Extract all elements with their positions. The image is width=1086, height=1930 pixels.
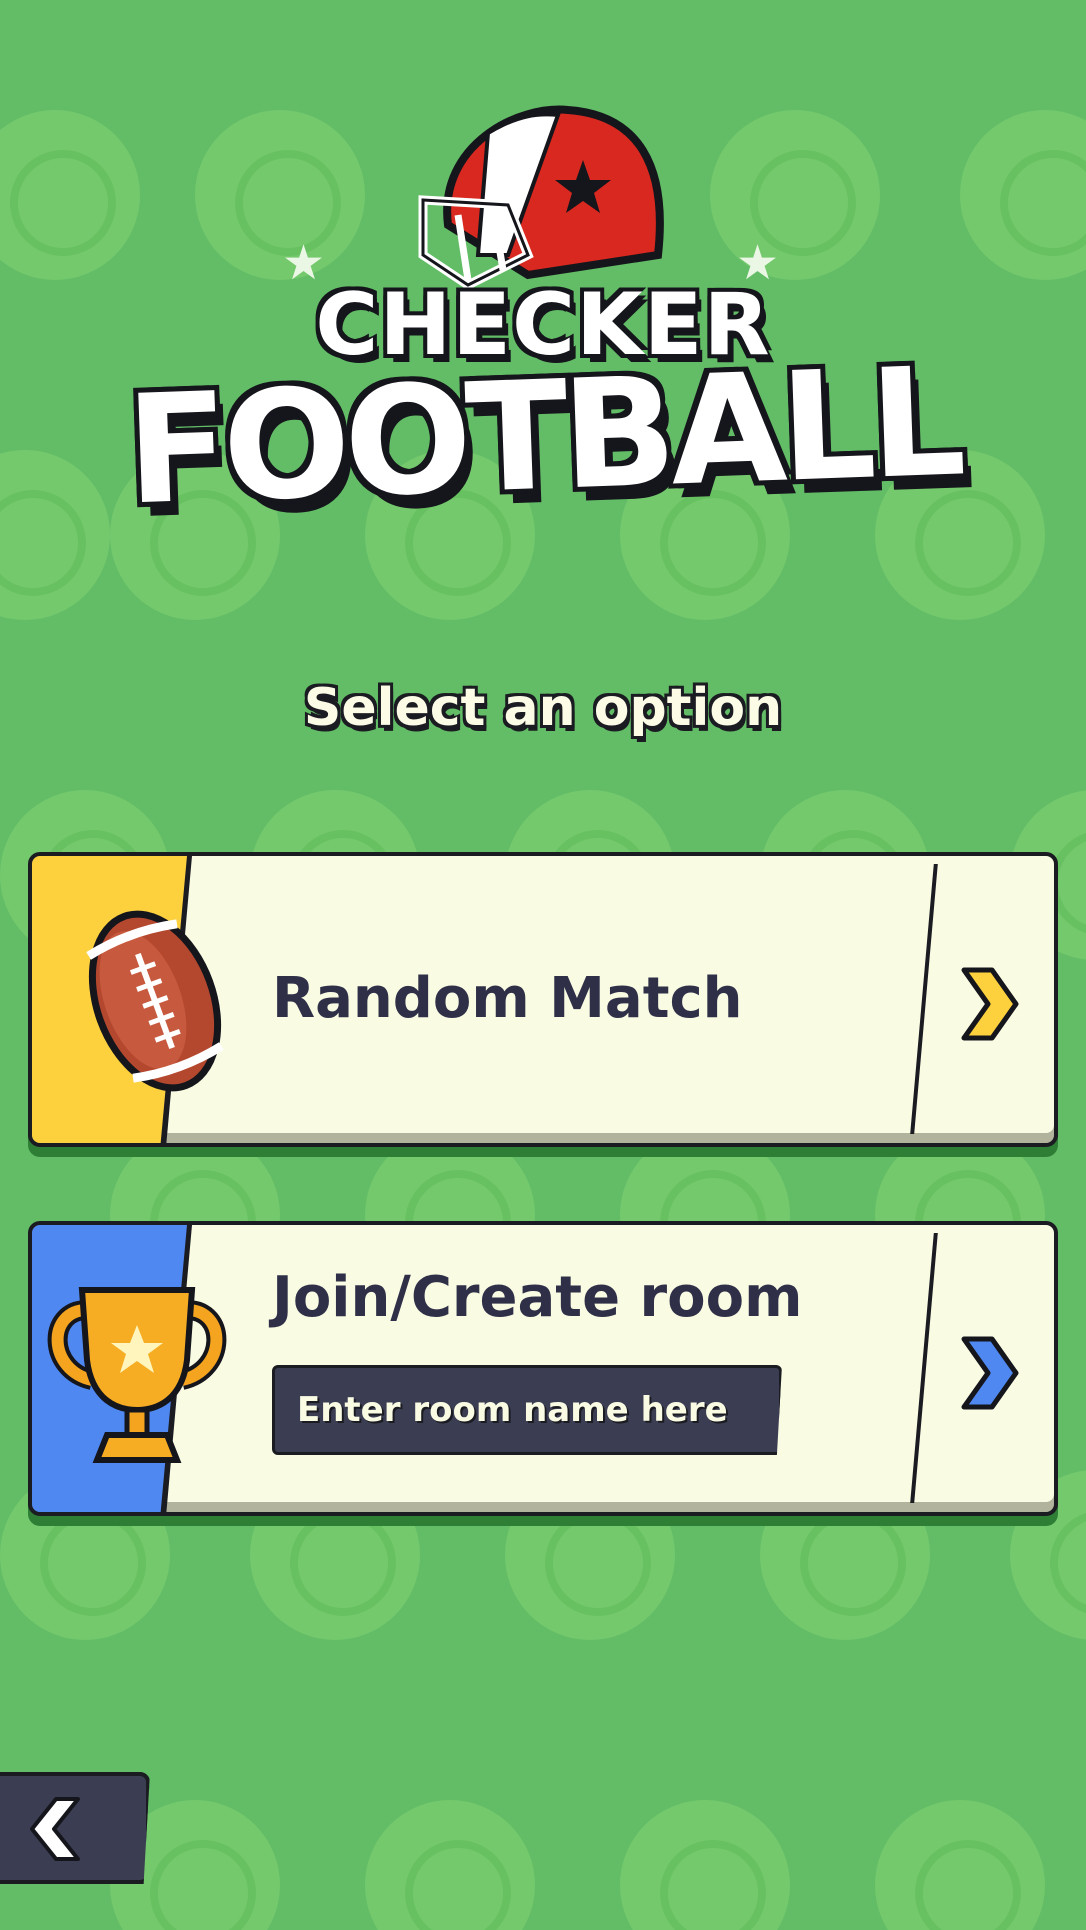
page-subtitle: Select an option <box>303 678 783 738</box>
logo-line2: FOOTBALL <box>123 335 963 539</box>
back-button[interactable] <box>0 1772 150 1884</box>
game-logo: ★ ★ CHECKER FOOTBALL <box>0 95 1086 555</box>
chevron-right-icon[interactable] <box>952 1333 1022 1413</box>
option-label: Random Match <box>272 966 743 1031</box>
helmet-icon <box>418 105 664 291</box>
card-divider <box>910 864 938 1134</box>
football-icon <box>86 910 224 1092</box>
join-create-room-card[interactable]: Join/Create room <box>28 1221 1058 1516</box>
option-label: Join/Create room <box>272 1265 803 1330</box>
room-name-input[interactable] <box>272 1365 782 1455</box>
trophy-icon <box>47 1287 227 1463</box>
chevron-right-icon <box>961 967 1019 1041</box>
card-divider <box>910 1233 938 1503</box>
chevron-left-icon <box>30 1797 80 1861</box>
random-match-button[interactable]: Random Match <box>28 852 1058 1147</box>
